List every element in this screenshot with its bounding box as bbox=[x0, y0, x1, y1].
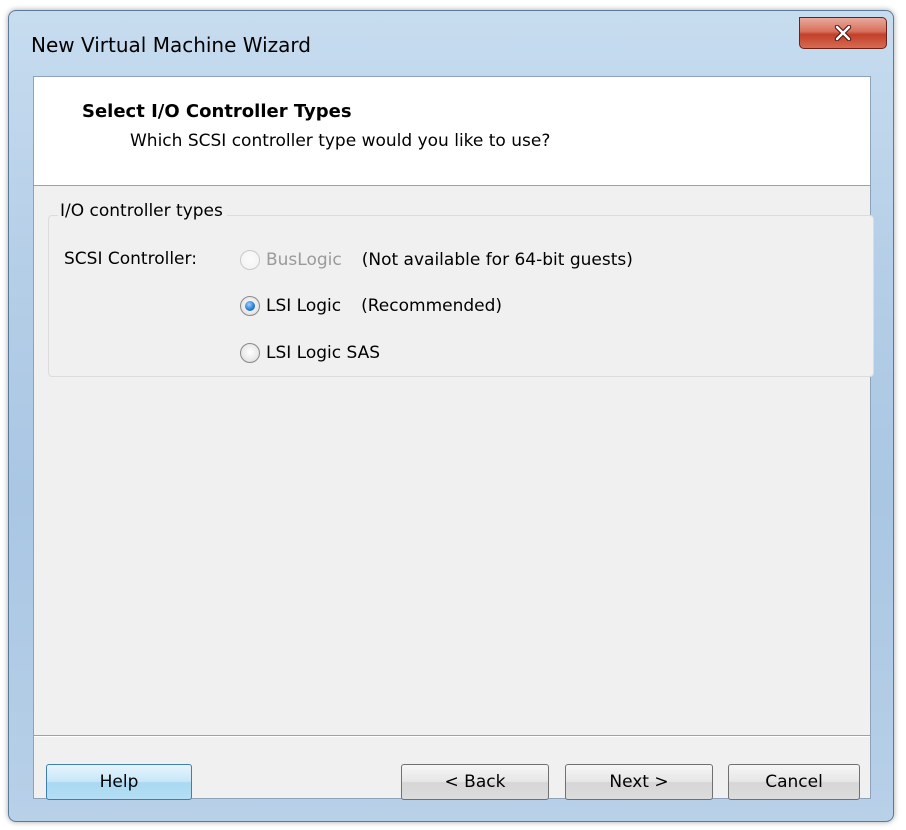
wizard-header: Select I/O Controller Types Which SCSI c… bbox=[34, 77, 870, 186]
scsi-controller-label: SCSI Controller: bbox=[64, 249, 197, 269]
radio-note: (Recommended) bbox=[361, 296, 503, 316]
window-title: New Virtual Machine Wizard bbox=[31, 33, 311, 57]
radio-label: LSI Logic bbox=[266, 296, 342, 316]
page-subtitle: Which SCSI controller type would you lik… bbox=[130, 131, 551, 151]
page-title: Select I/O Controller Types bbox=[82, 101, 352, 122]
radio-buslogic[interactable]: BusLogic (Not available for 64-bit guest… bbox=[240, 248, 633, 272]
cancel-button[interactable]: Cancel bbox=[728, 764, 860, 800]
radio-circle[interactable] bbox=[240, 343, 260, 363]
group-legend: I/O controller types bbox=[58, 201, 227, 221]
footer-divider bbox=[34, 735, 870, 737]
radio-lsi-logic[interactable]: LSI Logic (Recommended) bbox=[240, 294, 502, 318]
radio-label: LSI Logic SAS bbox=[266, 343, 381, 363]
radio-lsi-logic-sas[interactable]: LSI Logic SAS bbox=[240, 341, 380, 365]
radio-note: (Not available for 64-bit guests) bbox=[361, 250, 633, 270]
help-button[interactable]: Help bbox=[46, 764, 192, 800]
close-button[interactable] bbox=[799, 17, 887, 49]
title-bar[interactable]: New Virtual Machine Wizard bbox=[9, 11, 893, 77]
wizard-window: New Virtual Machine Wizard Select I/O Co… bbox=[8, 10, 894, 822]
radio-label: BusLogic bbox=[266, 250, 342, 270]
radio-circle[interactable] bbox=[240, 250, 260, 270]
wizard-content: Select I/O Controller Types Which SCSI c… bbox=[33, 76, 874, 800]
next-button[interactable]: Next > bbox=[565, 764, 713, 800]
radio-circle[interactable] bbox=[240, 296, 260, 316]
close-icon bbox=[834, 25, 852, 41]
back-button[interactable]: < Back bbox=[401, 764, 549, 800]
